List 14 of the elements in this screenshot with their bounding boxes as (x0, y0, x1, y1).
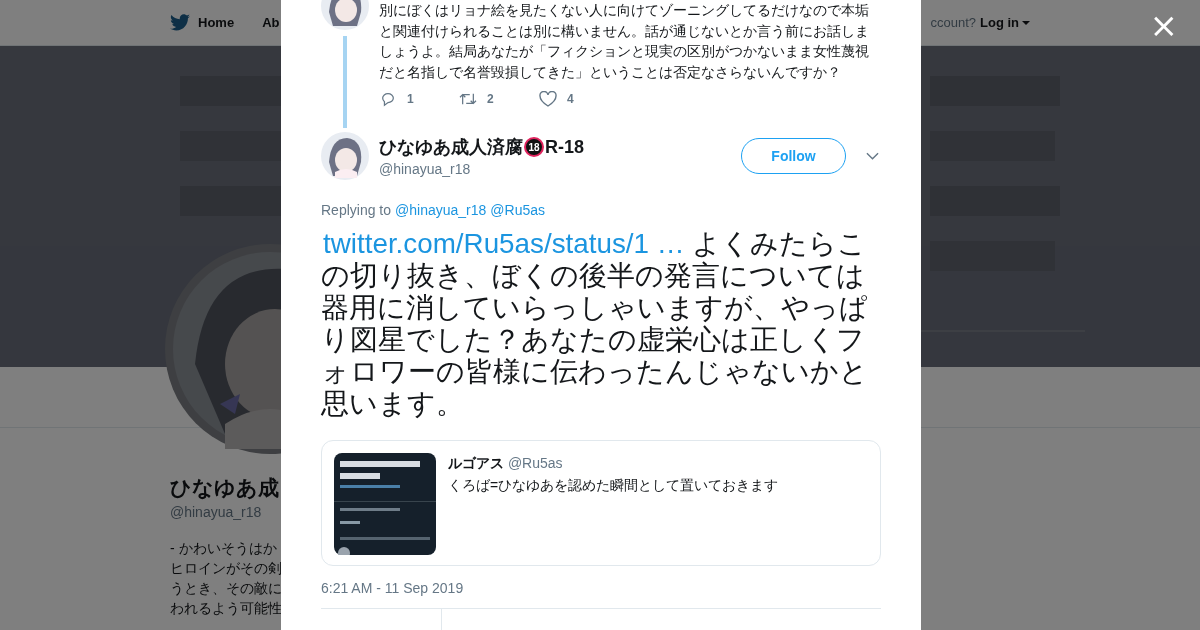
nav-link[interactable]: Ab (262, 15, 280, 30)
login-prompt: ccount? (930, 15, 976, 30)
quoted-user-name: ルゴアス (448, 455, 504, 471)
profile-name: ひなゆあ成 (170, 475, 279, 502)
bird-icon[interactable] (170, 14, 190, 31)
nav-link[interactable]: Home (198, 15, 235, 30)
quoted-user-handle: @Ru5as (507, 455, 563, 471)
quoted-tweet[interactable]: ルゴアス @Ru5as くろば=ひなゆあを認めた瞬間として置いておきます (321, 440, 881, 566)
close-button[interactable]: × (1149, 8, 1178, 42)
profile-bio: - かわいそうはか ヒロインがその剣 うとき、その敵に われるよう可能性 (170, 539, 281, 618)
tweet-timestamp: 6:21 AM - 11 Sep 2019 (321, 580, 465, 596)
login-link[interactable]: Log in (980, 15, 1030, 30)
quoted-tweet-text: くろば=ひなゆあを認めた瞬間として置いておきます (448, 477, 779, 495)
profile-handle: @hinayua_r18 (170, 504, 263, 520)
